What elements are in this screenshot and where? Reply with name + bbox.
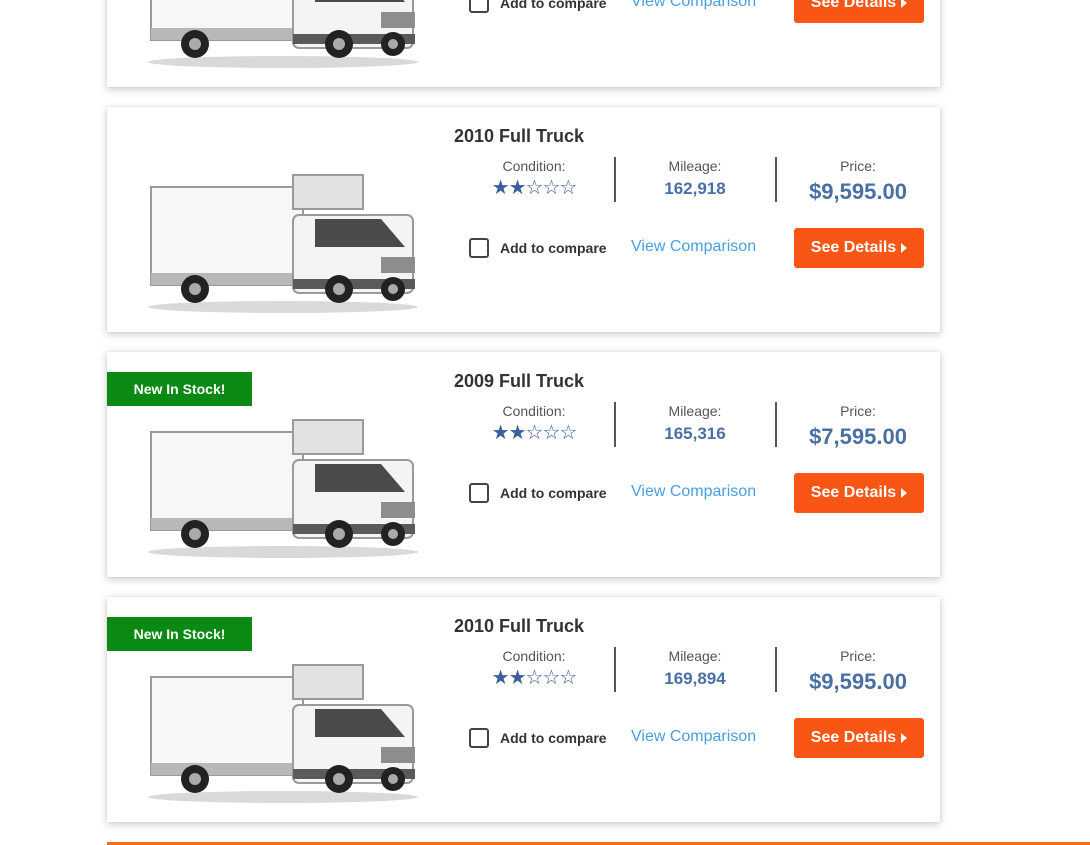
see-details-label: See Details bbox=[810, 729, 897, 746]
checkbox-unchecked-icon[interactable] bbox=[469, 0, 489, 13]
star-filled-icon: ★ bbox=[508, 422, 527, 444]
star-empty-icon: ☆ bbox=[525, 177, 544, 199]
see-details-label: See Details bbox=[810, 0, 897, 11]
truck-listing-card: 2010 Full Truck Condition: ★★☆☆☆ Mileage: 16… bbox=[107, 107, 940, 332]
add-to-compare-label[interactable]: Add to compare bbox=[500, 485, 607, 501]
truck-photo[interactable] bbox=[143, 414, 423, 564]
add-to-compare-control[interactable]: Add to compare bbox=[469, 727, 607, 749]
price-label: Price: bbox=[840, 158, 876, 174]
caret-right-icon bbox=[901, 733, 908, 743]
star-filled-icon: ★ bbox=[508, 667, 527, 689]
truck-listing-card: New In Stock! 2010 Full Truck Condition: ★… bbox=[107, 597, 940, 822]
see-details-label: See Details bbox=[810, 239, 897, 256]
add-to-compare-label[interactable]: Add to compare bbox=[500, 730, 607, 746]
column-divider bbox=[775, 647, 777, 692]
box-truck-image bbox=[148, 0, 418, 68]
listing-title[interactable]: 2010 Full Truck bbox=[454, 126, 584, 147]
star-empty-icon: ☆ bbox=[559, 667, 577, 689]
checkbox-unchecked-icon[interactable] bbox=[469, 238, 489, 258]
condition-rating-stars: ★★☆☆☆ bbox=[484, 177, 584, 199]
price-label: Price: bbox=[840, 403, 876, 419]
caret-right-icon bbox=[901, 488, 908, 498]
condition-label: Condition: bbox=[502, 403, 566, 419]
price-label: Price: bbox=[840, 648, 876, 664]
star-empty-icon: ☆ bbox=[525, 667, 544, 689]
see-details-button[interactable]: See Details bbox=[794, 228, 924, 268]
add-to-compare-control[interactable]: Add to compare bbox=[469, 482, 607, 504]
mileage-value: 165,316 bbox=[664, 424, 726, 443]
column-divider bbox=[775, 402, 777, 447]
box-truck-image bbox=[148, 664, 418, 803]
view-comparison-link[interactable]: View Comparison bbox=[631, 238, 756, 256]
listing-title[interactable]: 2010 Full Truck bbox=[454, 616, 584, 637]
condition-rating-stars: ★★☆☆☆ bbox=[484, 667, 584, 689]
listing-page: Condition:★★☆☆☆Mileage:Price: Add to com… bbox=[0, 0, 1090, 845]
truck-photo[interactable] bbox=[143, 0, 423, 74]
checkbox-unchecked-icon[interactable] bbox=[469, 728, 489, 748]
new-in-stock-badge: New In Stock! bbox=[107, 372, 252, 406]
add-to-compare-label[interactable]: Add to compare bbox=[500, 0, 607, 11]
price-value: $9,595.00 bbox=[809, 179, 907, 204]
new-in-stock-badge: New In Stock! bbox=[107, 617, 252, 651]
star-empty-icon: ☆ bbox=[559, 177, 577, 199]
mileage-label: Mileage: bbox=[668, 648, 722, 664]
star-empty-icon: ☆ bbox=[525, 422, 544, 444]
add-to-compare-control[interactable]: Add to compare bbox=[469, 0, 607, 14]
star-empty-icon: ☆ bbox=[542, 422, 560, 444]
box-truck-image bbox=[148, 419, 418, 558]
caret-right-icon bbox=[901, 0, 908, 8]
column-divider bbox=[614, 157, 616, 202]
mileage-value: 162,918 bbox=[664, 179, 726, 198]
star-empty-icon: ☆ bbox=[542, 177, 560, 199]
truck-listing-card: New In Stock! 2009 Full Truck Condition: ★… bbox=[107, 352, 940, 577]
price-value: $9,595.00 bbox=[809, 669, 907, 694]
mileage-label: Mileage: bbox=[668, 403, 722, 419]
checkbox-unchecked-icon[interactable] bbox=[469, 483, 489, 503]
see-details-label: See Details bbox=[810, 484, 897, 501]
star-filled-icon: ★ bbox=[491, 177, 510, 199]
star-empty-icon: ☆ bbox=[542, 667, 560, 689]
see-details-button[interactable]: See Details bbox=[794, 473, 924, 513]
column-divider bbox=[775, 157, 777, 202]
caret-right-icon bbox=[901, 243, 908, 253]
star-filled-icon: ★ bbox=[491, 667, 510, 689]
condition-rating-stars: ★★☆☆☆ bbox=[484, 422, 584, 444]
column-divider bbox=[614, 402, 616, 447]
add-to-compare-control[interactable]: Add to compare bbox=[469, 237, 607, 259]
star-empty-icon: ☆ bbox=[559, 422, 577, 444]
mileage-value: 169,894 bbox=[664, 669, 726, 688]
view-comparison-link[interactable]: View Comparison bbox=[631, 728, 756, 746]
column-divider bbox=[614, 647, 616, 692]
condition-label: Condition: bbox=[502, 648, 566, 664]
condition-label: Condition: bbox=[502, 158, 566, 174]
mileage-label: Mileage: bbox=[668, 158, 722, 174]
see-details-button[interactable]: See Details bbox=[794, 718, 924, 758]
star-filled-icon: ★ bbox=[491, 422, 510, 444]
price-value: $7,595.00 bbox=[809, 424, 907, 449]
listing-title[interactable]: 2009 Full Truck bbox=[454, 371, 584, 392]
add-to-compare-label[interactable]: Add to compare bbox=[500, 240, 607, 256]
truck-photo[interactable] bbox=[143, 169, 423, 319]
view-comparison-link[interactable]: View Comparison bbox=[631, 483, 756, 501]
box-truck-image bbox=[148, 174, 418, 313]
truck-photo[interactable] bbox=[143, 659, 423, 809]
view-comparison-link[interactable]: View Comparison bbox=[631, 0, 756, 11]
truck-listing-card: Condition:★★☆☆☆Mileage:Price: Add to com… bbox=[107, 0, 940, 87]
see-details-button[interactable]: See Details bbox=[794, 0, 924, 23]
star-filled-icon: ★ bbox=[508, 177, 527, 199]
